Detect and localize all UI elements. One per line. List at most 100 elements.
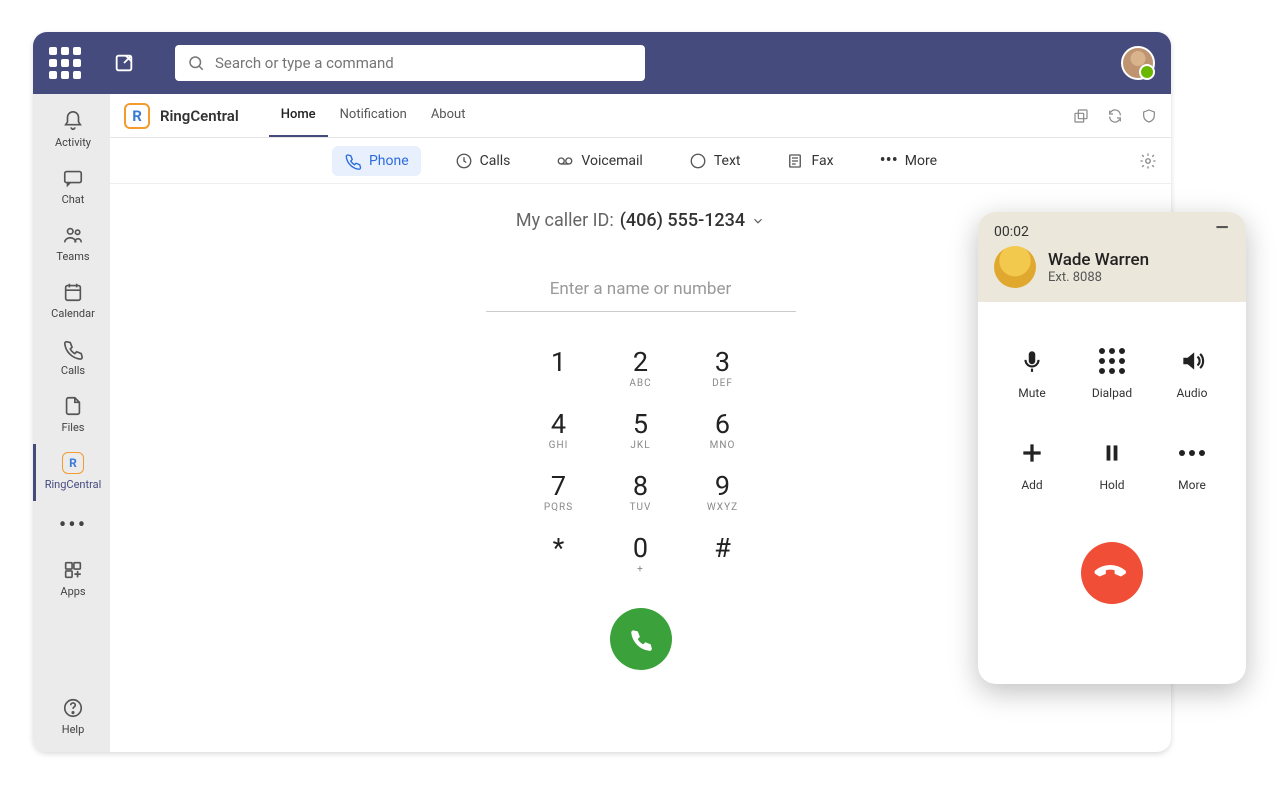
nav-teams[interactable]: Teams — [33, 216, 110, 273]
nav-label: Calendar — [51, 307, 95, 320]
caller-id-selector[interactable]: My caller ID: (406) 555-1234 — [516, 210, 765, 231]
nav-label: Chat — [62, 193, 85, 206]
call-timer: 00:02 — [994, 224, 1029, 240]
phone-icon — [1091, 552, 1133, 594]
popout-icon[interactable] — [1073, 108, 1089, 124]
caller-id-number: (406) 555-1234 — [620, 210, 745, 231]
search-icon — [187, 54, 205, 72]
mode-label: Calls — [480, 153, 511, 169]
caller-avatar — [994, 246, 1036, 288]
dialpad-button[interactable]: Dialpad — [1076, 346, 1148, 426]
control-label: Dialpad — [1092, 386, 1132, 400]
call-popup-header: 00:02 − Wade Warren Ext. 8088 — [978, 212, 1246, 302]
caller-info: Wade Warren Ext. 8088 — [1048, 250, 1149, 285]
key-8[interactable]: 8TUV — [600, 462, 682, 524]
nav-files[interactable]: Files — [33, 387, 110, 444]
key-7[interactable]: 7PQRS — [518, 462, 600, 524]
active-call-popup: 00:02 − Wade Warren Ext. 8088 Mute Dialp… — [978, 212, 1246, 684]
control-label: Add — [1021, 478, 1042, 492]
key-4[interactable]: 4GHI — [518, 400, 600, 462]
add-button[interactable]: Add — [996, 438, 1068, 518]
mode-phone[interactable]: Phone — [332, 146, 421, 176]
more-icon: ••• — [880, 150, 898, 171]
call-more-button[interactable]: More — [1156, 438, 1228, 518]
key-2[interactable]: 2ABC — [600, 338, 682, 400]
tab-about[interactable]: About — [419, 94, 478, 137]
app-name: RingCentral — [160, 107, 239, 125]
key-5[interactable]: 5JKL — [600, 400, 682, 462]
key-0[interactable]: 0+ — [600, 524, 682, 586]
help-icon — [62, 697, 84, 719]
key-9[interactable]: 9WXYZ — [682, 462, 764, 524]
call-controls: Mute Dialpad Audio Add Hold More — [996, 346, 1228, 518]
app-tabs: Home Notification About — [269, 94, 478, 137]
key-hash[interactable]: # — [682, 524, 764, 586]
tab-notification[interactable]: Notification — [328, 94, 419, 137]
key-6[interactable]: 6MNO — [682, 400, 764, 462]
mode-voicemail[interactable]: Voicemail — [544, 146, 654, 176]
caller-id-label: My caller ID: — [516, 210, 614, 231]
nav-label: RingCentral — [45, 478, 102, 491]
audio-button[interactable]: Audio — [1156, 346, 1228, 426]
calendar-icon — [62, 281, 84, 303]
speaker-icon — [1179, 348, 1205, 374]
mic-icon — [1019, 348, 1045, 374]
mode-label: Phone — [369, 153, 409, 169]
mode-label: More — [905, 153, 937, 169]
search-bar[interactable] — [175, 45, 645, 81]
search-input[interactable] — [215, 54, 633, 72]
pause-icon — [1099, 440, 1125, 466]
hangup-button[interactable] — [1081, 542, 1143, 604]
text-icon — [689, 152, 707, 170]
mode-fax[interactable]: Fax — [774, 146, 845, 176]
nav-label: Calls — [61, 364, 85, 377]
nav-ringcentral[interactable]: R RingCentral — [33, 444, 110, 501]
app-launcher-icon[interactable] — [49, 47, 81, 79]
key-star[interactable]: * — [518, 524, 600, 586]
refresh-icon[interactable] — [1107, 108, 1123, 124]
header-actions — [1073, 108, 1157, 124]
control-label: Audio — [1177, 386, 1208, 400]
left-nav: Activity Chat Teams Calendar Calls Files — [33, 94, 110, 752]
shield-icon[interactable] — [1141, 108, 1157, 124]
nav-label: Help — [62, 723, 85, 736]
phone-icon — [62, 338, 84, 360]
nav-chat[interactable]: Chat — [33, 159, 110, 216]
clock-icon — [455, 152, 473, 170]
tab-home[interactable]: Home — [269, 94, 328, 137]
nav-calendar[interactable]: Calendar — [33, 273, 110, 330]
nav-help[interactable]: Help — [33, 689, 110, 746]
file-icon — [62, 395, 84, 417]
compose-icon[interactable] — [113, 52, 135, 74]
control-label: Hold — [1099, 478, 1124, 492]
nav-activity[interactable]: Activity — [33, 102, 110, 159]
keypad: 1 2ABC 3DEF 4GHI 5JKL 6MNO 7PQRS 8TUV 9W… — [518, 338, 764, 586]
mode-more[interactable]: ••• More — [868, 144, 949, 177]
key-3[interactable]: 3DEF — [682, 338, 764, 400]
fax-icon — [786, 152, 804, 170]
hold-button[interactable]: Hold — [1076, 438, 1148, 518]
mode-text[interactable]: Text — [677, 146, 753, 176]
apps-icon — [62, 559, 84, 581]
control-label: More — [1178, 478, 1206, 492]
number-input[interactable]: Enter a name or number — [486, 279, 796, 312]
ringcentral-icon: R — [62, 452, 84, 474]
top-bar — [33, 32, 1171, 94]
more-icon — [1179, 450, 1205, 456]
mode-calls[interactable]: Calls — [443, 146, 523, 176]
nav-apps[interactable]: Apps — [33, 551, 110, 608]
nav-label: Teams — [56, 250, 89, 263]
gear-icon[interactable] — [1139, 152, 1157, 170]
mode-bar: Phone Calls Voicemail Text Fax — [110, 138, 1171, 184]
nav-label: Apps — [60, 585, 85, 598]
call-button[interactable] — [610, 608, 672, 670]
mode-label: Voicemail — [581, 153, 642, 169]
call-popup-body: Mute Dialpad Audio Add Hold More — [978, 302, 1246, 684]
key-1[interactable]: 1 — [518, 338, 600, 400]
nav-calls[interactable]: Calls — [33, 330, 110, 387]
nav-more[interactable]: ••• — [33, 501, 110, 551]
mute-button[interactable]: Mute — [996, 346, 1068, 426]
user-avatar[interactable] — [1121, 46, 1155, 80]
phone-icon — [344, 152, 362, 170]
caller-name: Wade Warren — [1048, 250, 1149, 270]
